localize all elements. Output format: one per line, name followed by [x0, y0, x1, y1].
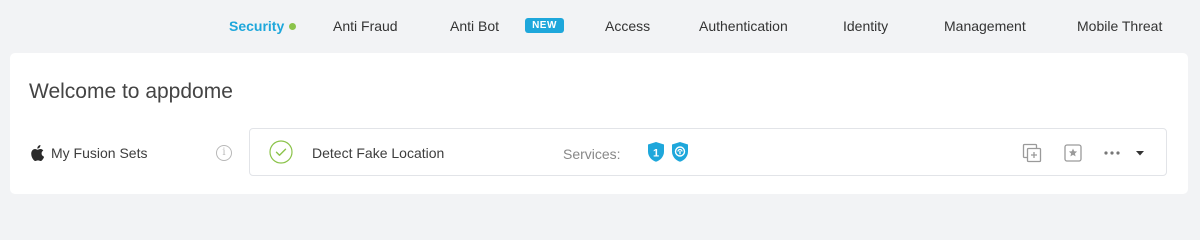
fusion-sets-header: My Fusion Sets [30, 143, 147, 163]
tab-identity[interactable]: Identity [843, 17, 888, 35]
caret-down-icon[interactable] [1130, 143, 1150, 163]
tab-anti-fraud[interactable]: Anti Fraud [333, 17, 398, 35]
shield-number-icon[interactable]: 1 [646, 141, 666, 163]
fusion-sets-label: My Fusion Sets [51, 145, 148, 161]
active-indicator-dot [289, 23, 296, 30]
services-label: Services: [563, 146, 621, 162]
page-title: Welcome to appdome [29, 80, 233, 103]
tab-anti-bot[interactable]: Anti Bot [450, 17, 499, 35]
check-circle-icon [269, 140, 293, 164]
more-icon[interactable] [1102, 143, 1122, 163]
favorite-icon[interactable] [1063, 143, 1083, 163]
svg-text:1: 1 [653, 148, 659, 160]
tab-security[interactable]: Security [229, 17, 284, 35]
tab-access[interactable]: Access [605, 17, 650, 35]
fusion-set-row[interactable]: Detect Fake Location Services: 1 [249, 128, 1167, 176]
shield-fingerprint-icon[interactable] [670, 141, 690, 163]
tab-mobile-threat[interactable]: Mobile Threat [1077, 17, 1162, 35]
tab-authentication[interactable]: Authentication [699, 17, 788, 35]
top-navigation: Security Anti Fraud Anti Bot NEW Access … [0, 0, 1200, 52]
main-card: Welcome to appdome My Fusion Sets i Dete… [10, 53, 1188, 194]
fusion-set-name[interactable]: Detect Fake Location [312, 144, 444, 162]
new-badge: NEW [525, 18, 564, 33]
apple-icon [30, 145, 45, 161]
tab-management[interactable]: Management [944, 17, 1026, 35]
duplicate-icon[interactable] [1022, 143, 1042, 163]
info-icon[interactable]: i [216, 145, 232, 161]
